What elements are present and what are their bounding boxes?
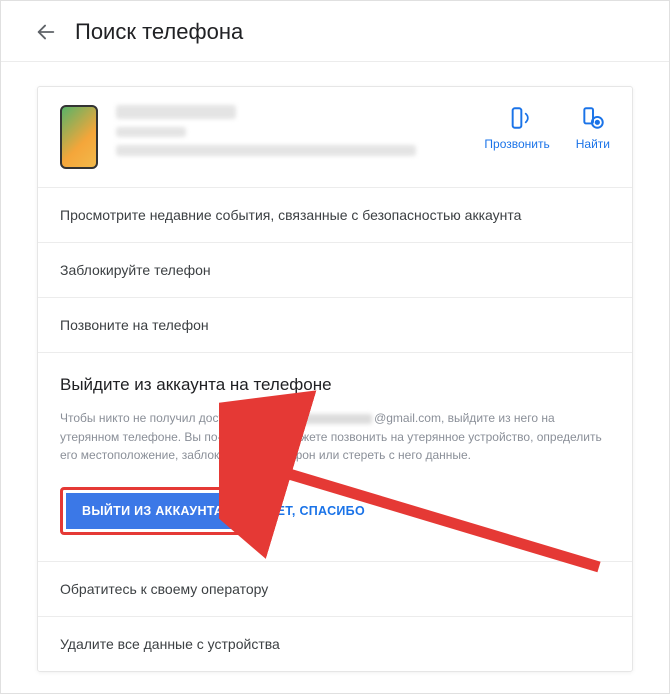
email-redacted [302, 414, 372, 424]
ring-device-button[interactable]: Прозвонить [484, 105, 549, 151]
device-name-redacted [116, 105, 236, 119]
signout-body: Чтобы никто не получил доступ к аккаунту… [60, 409, 610, 465]
row-signout-expanded: Выйдите из аккаунта на телефоне Чтобы ни… [38, 353, 632, 562]
row-security-events[interactable]: Просмотрите недавние события, связанные … [38, 188, 632, 243]
row-lock-phone[interactable]: Заблокируйте телефон [38, 243, 632, 298]
device-row: Прозвонить Найти [38, 87, 632, 188]
row-call-phone[interactable]: Позвоните на телефон [38, 298, 632, 353]
back-arrow-icon[interactable] [35, 21, 57, 43]
row-contact-carrier[interactable]: Обратитесь к своему оператору [38, 562, 632, 617]
signout-button[interactable]: ВЫЙТИ ИЗ АККАУНТА [66, 493, 239, 529]
main-panel: Прозвонить Найти Просмотрите недавние со… [37, 86, 633, 672]
device-info [116, 105, 484, 164]
page-title: Поиск телефона [75, 19, 243, 45]
device-details-redacted [116, 145, 416, 156]
header: Поиск телефона [1, 1, 669, 61]
signout-title: Выйдите из аккаунта на телефоне [60, 375, 610, 395]
find-device-button[interactable]: Найти [576, 105, 610, 151]
ring-label: Прозвонить [484, 137, 549, 151]
app-frame: Поиск телефона Прозвонить [0, 0, 670, 694]
row-erase-device[interactable]: Удалите все данные с устройства [38, 617, 632, 671]
device-model-redacted [116, 127, 186, 137]
header-divider [1, 61, 669, 62]
ring-icon [504, 105, 530, 131]
annotation-highlight: ВЫЙТИ ИЗ АККАУНТА [60, 487, 245, 535]
signout-body-before: Чтобы никто не получил доступ к аккаунту [60, 411, 300, 425]
locate-icon [580, 105, 606, 131]
find-label: Найти [576, 137, 610, 151]
device-thumbnail [60, 105, 98, 169]
no-thanks-button[interactable]: НЕТ, СПАСИБО [261, 493, 371, 529]
signout-button-row: ВЫЙТИ ИЗ АККАУНТА НЕТ, СПАСИБО [60, 487, 610, 535]
device-actions: Прозвонить Найти [484, 105, 610, 151]
